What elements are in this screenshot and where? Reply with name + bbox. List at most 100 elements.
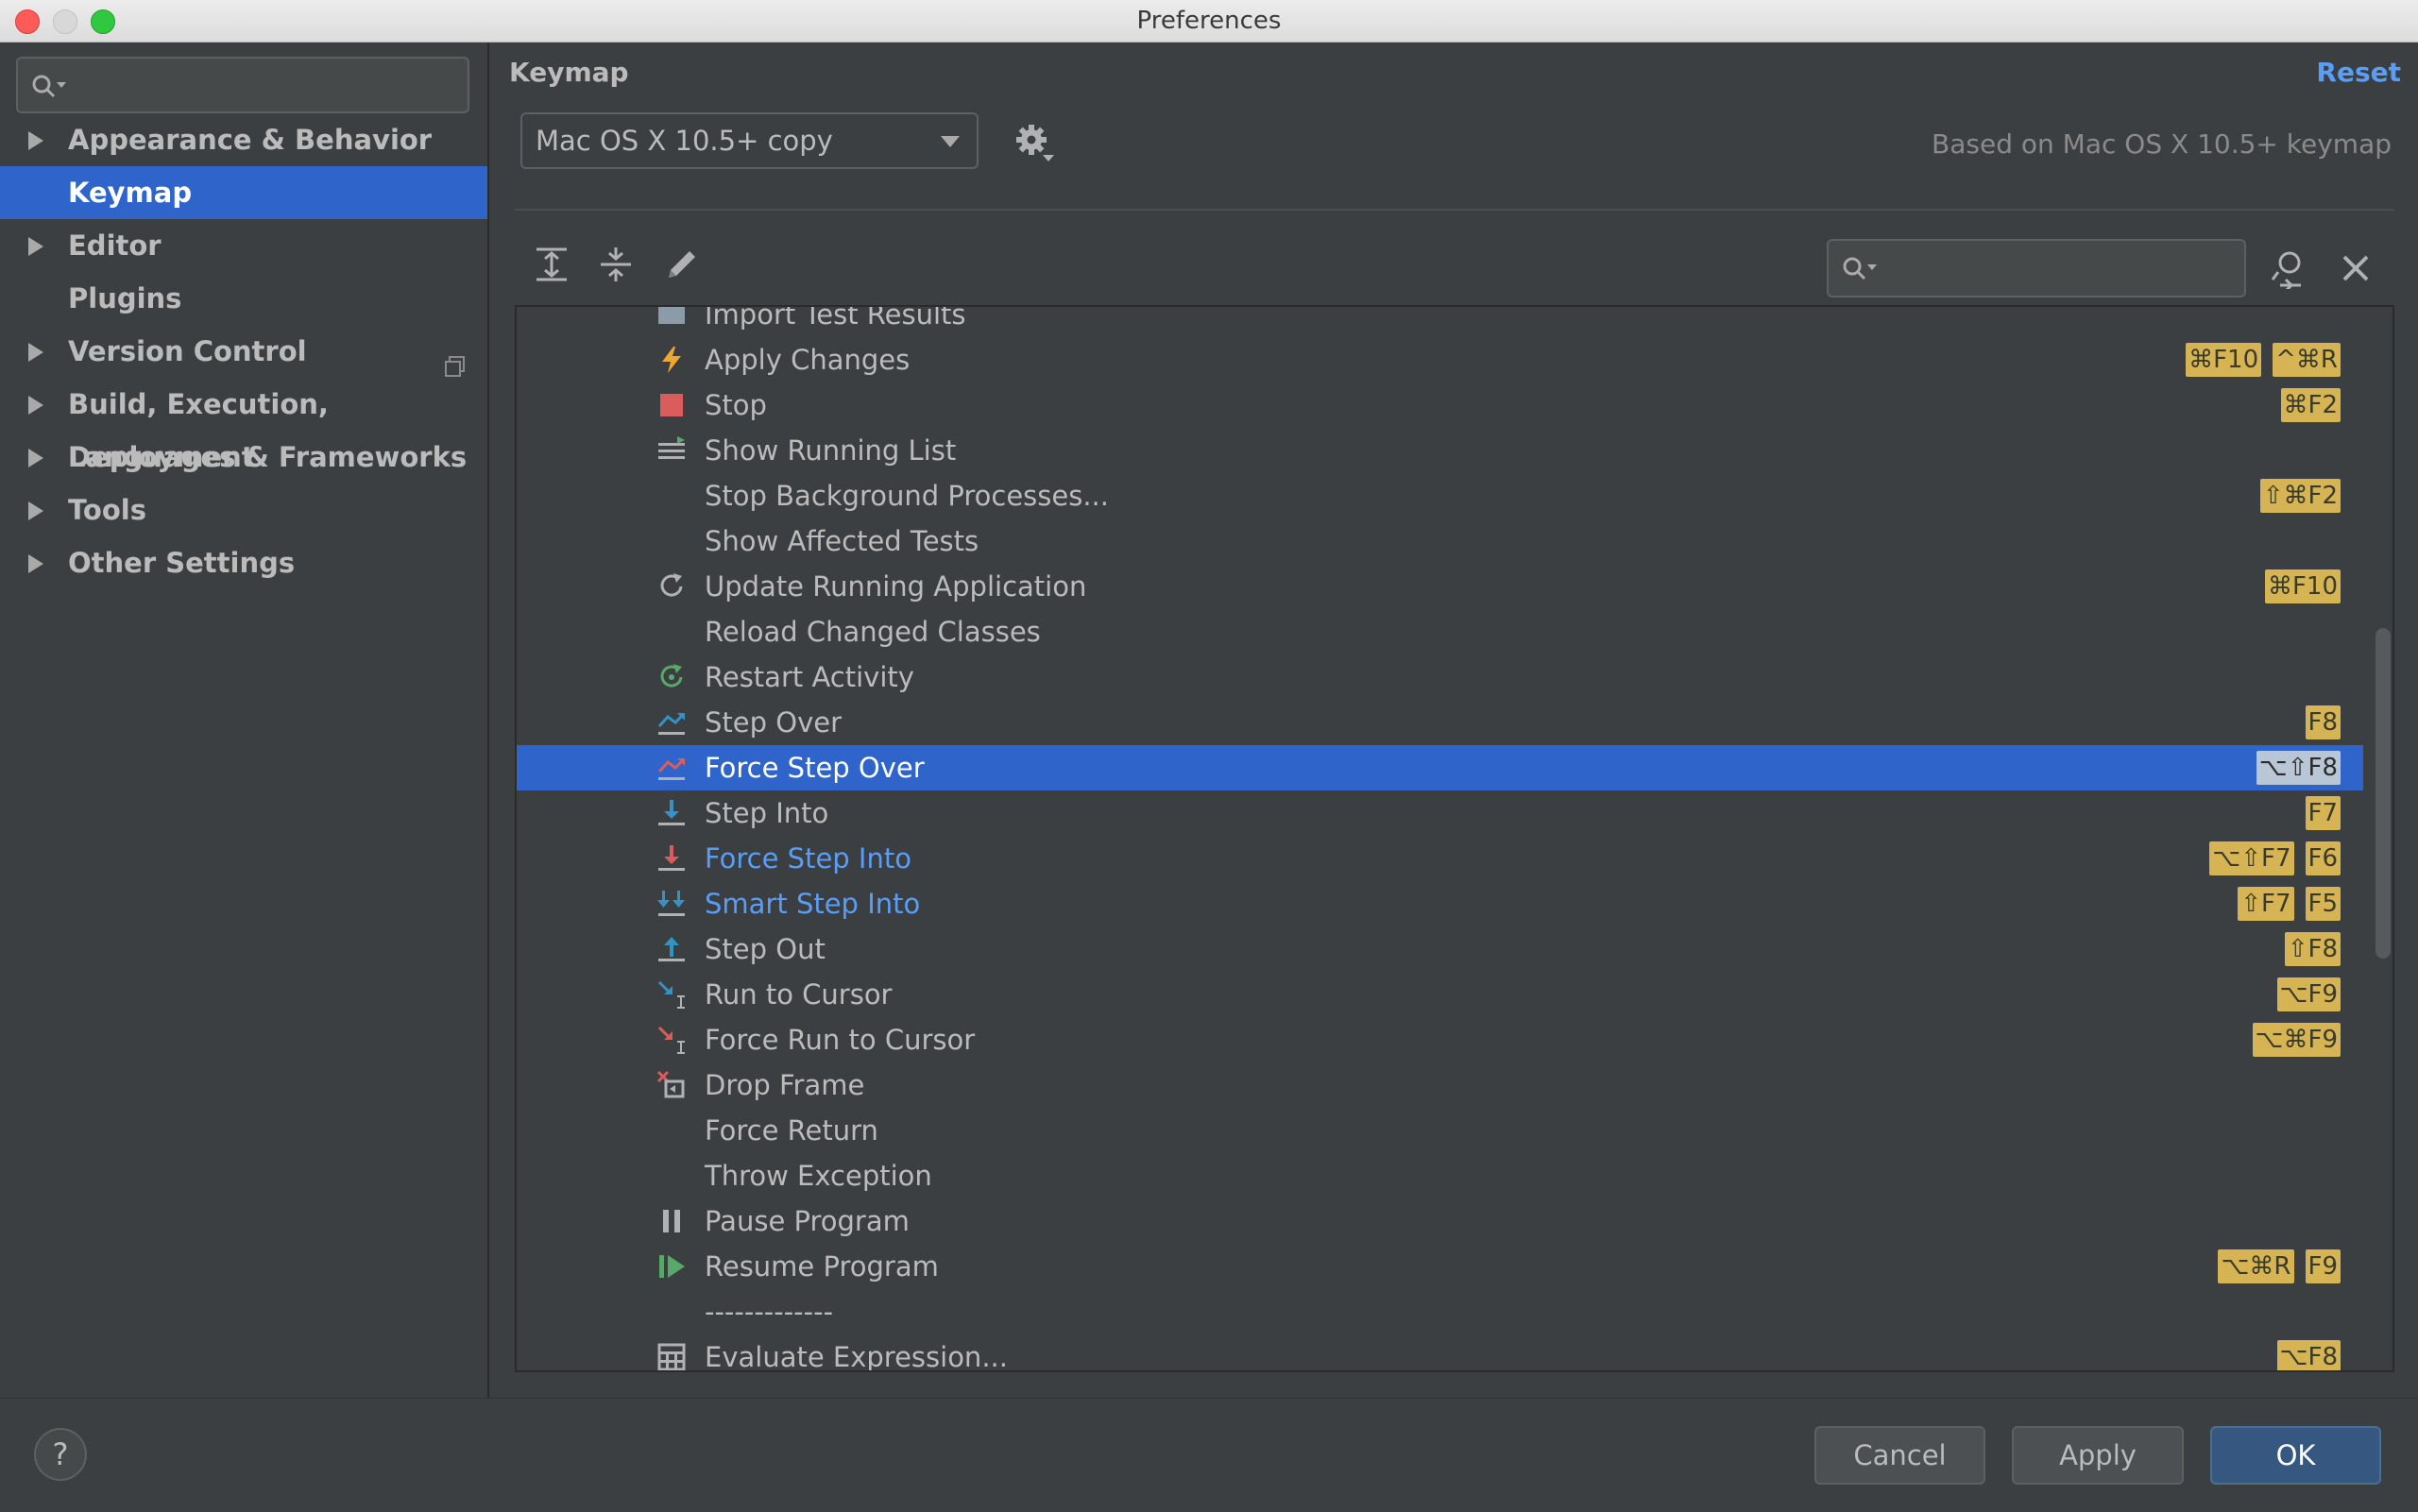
action-label: Step Over [705, 706, 842, 739]
chevron-right-icon[interactable] [28, 554, 43, 573]
chevron-right-icon[interactable] [28, 501, 43, 520]
action-row[interactable]: Drop Frame [517, 1062, 2363, 1108]
sidebar-item-build-execution-deployment[interactable]: Build, Execution, Deployment [0, 378, 487, 473]
tree-scrollbar[interactable] [2375, 628, 2391, 959]
sidebar-item-label: Keymap [68, 177, 193, 209]
chevron-right-icon[interactable] [28, 449, 43, 467]
window-title: Preferences [1136, 7, 1282, 35]
collapse-all-button[interactable] [595, 244, 637, 285]
action-row[interactable]: Force Run to Cursor ⌥⌘F9 [517, 1017, 2363, 1062]
apply-button[interactable]: Apply [2012, 1426, 2184, 1485]
gear-icon[interactable] [1014, 123, 1056, 168]
action-label: ------------- [705, 1296, 834, 1328]
action-row[interactable]: Evaluate Expression... ⌥F8 [517, 1334, 2363, 1370]
action-row[interactable]: ------------- [517, 1289, 2363, 1334]
reset-link[interactable]: Reset [2316, 57, 2401, 88]
action-row[interactable]: Stop Background Processes... ⇧⌘F2 [517, 473, 2363, 518]
chevron-right-icon[interactable] [28, 396, 43, 415]
action-row[interactable]: Reload Changed Classes [517, 609, 2363, 654]
collapse-all-icon [601, 247, 631, 281]
action-label: Force Step Over [705, 752, 925, 784]
shortcut-badge: ⌘F10 [2264, 569, 2341, 603]
chevron-right-icon[interactable] [28, 131, 43, 150]
action-label: Import Test Results [705, 305, 966, 331]
sidebar-item-languages-frameworks[interactable]: Languages & Frameworks [0, 431, 487, 484]
action-row[interactable]: Resume Program ⌥⌘R F9 [517, 1244, 2363, 1289]
action-label: Reload Changed Classes [705, 616, 1041, 648]
action-label: Force Step Into [705, 842, 911, 875]
sidebar-item-label: Version Control [68, 335, 307, 367]
step-over-icon [656, 707, 687, 738]
stop-icon [656, 390, 687, 420]
action-label: Throw Exception [705, 1160, 932, 1192]
keymap-select[interactable]: Mac OS X 10.5+ copy [520, 112, 979, 169]
action-row[interactable]: Smart Step Into ⇧F7 F5 [517, 881, 2363, 926]
action-row[interactable]: Stop ⌘F2 [517, 382, 2363, 428]
action-row[interactable]: Force Return [517, 1108, 2363, 1153]
action-row[interactable]: Restart Activity [517, 654, 2363, 700]
action-row[interactable]: Throw Exception [517, 1153, 2363, 1198]
action-row[interactable]: Apply Changes ⌘F10 ^⌘R [517, 337, 2363, 382]
shortcut-list: ⌥F9 [2276, 977, 2341, 1011]
close-icon[interactable] [2339, 251, 2373, 289]
chevron-right-icon[interactable] [28, 343, 43, 362]
shortcut-badge: ⌥⌘R [2218, 1249, 2294, 1283]
find-by-shortcut-button[interactable] [2269, 247, 2310, 293]
action-row[interactable]: Update Running Application ⌘F10 [517, 564, 2363, 609]
step-into-icon [656, 798, 687, 828]
action-row[interactable]: Show Running List [517, 428, 2363, 473]
action-label: Force Run to Cursor [705, 1024, 976, 1056]
action-search-input[interactable] [1827, 239, 2246, 297]
sidebar-item-version-control[interactable]: Version Control [0, 325, 487, 378]
resume-icon [656, 1251, 687, 1282]
shortcut-list: ⌥⇧F7 F6 [2209, 841, 2341, 875]
cancel-button[interactable]: Cancel [1814, 1426, 1985, 1485]
sidebar-item-tools[interactable]: Tools [0, 484, 487, 536]
action-row[interactable]: Force Step Over ⌥⇧F8 [517, 745, 2363, 790]
chevron-right-icon[interactable] [28, 237, 43, 256]
refresh-icon [656, 571, 687, 602]
sidebar: Appearance & Behavior Keymap Editor Plugins… [0, 42, 489, 1398]
ok-button[interactable]: OK [2210, 1426, 2381, 1485]
shortcut-badge: ⌥⇧F8 [2256, 751, 2341, 785]
title-bar: Preferences [0, 0, 2418, 42]
shortcut-badge: ⇧⌘F2 [2259, 479, 2341, 513]
sidebar-item-appearance-behavior[interactable]: Appearance & Behavior [0, 113, 487, 166]
shortcut-list: ⇧F7 F5 [2238, 887, 2341, 921]
expand-all-button[interactable] [531, 244, 572, 285]
action-row[interactable]: Show Affected Tests [517, 518, 2363, 564]
action-row[interactable]: Step Over F8 [517, 700, 2363, 745]
search-icon [1842, 256, 1880, 286]
list-icon [656, 435, 687, 466]
run-to-cursor-icon [656, 979, 687, 1010]
action-label: Drop Frame [705, 1069, 865, 1101]
shortcut-list: ⇧⌘F2 [2259, 479, 2341, 513]
action-row[interactable]: Pause Program [517, 1198, 2363, 1244]
shortcut-list: ⌥⌘F9 [2252, 1023, 2341, 1057]
action-label: Restart Activity [705, 661, 914, 693]
shortcut-badge: F5 [2305, 887, 2341, 921]
actions-tree[interactable]: Import Test Results Apply Changes ⌘F10 ^⌘R S… [515, 305, 2394, 1372]
help-button[interactable]: ? [34, 1428, 87, 1481]
sidebar-item-other-settings[interactable]: Other Settings [0, 536, 487, 589]
sidebar-item-editor[interactable]: Editor [0, 219, 487, 272]
action-row[interactable]: Run to Cursor ⌥F9 [517, 972, 2363, 1017]
shortcut-list: ⌘F2 [2280, 388, 2341, 422]
action-label: Show Affected Tests [705, 525, 979, 557]
shortcut-list: ⌘F10 [2264, 569, 2341, 603]
action-row[interactable]: Force Step Into ⌥⇧F7 F6 [517, 836, 2363, 881]
keymap-select-value: Mac OS X 10.5+ copy [536, 125, 833, 157]
sidebar-item-plugins[interactable]: Plugins [0, 272, 487, 325]
action-row[interactable]: Step Out ⇧F8 [517, 926, 2363, 972]
action-row[interactable]: Step Into F7 [517, 790, 2363, 836]
divider [515, 209, 2394, 211]
action-row[interactable]: Import Test Results [517, 305, 2363, 337]
restart-icon [656, 662, 687, 692]
edit-shortcut-button[interactable] [661, 244, 703, 285]
sidebar-item-keymap[interactable]: Keymap [0, 166, 487, 219]
sidebar-search-input[interactable] [16, 57, 469, 113]
based-on-label: Based on Mac OS X 10.5+ keymap [1932, 128, 2392, 160]
action-label: Show Running List [705, 434, 957, 467]
sidebar-item-label: Editor [68, 229, 162, 262]
action-label: Pause Program [705, 1205, 910, 1237]
